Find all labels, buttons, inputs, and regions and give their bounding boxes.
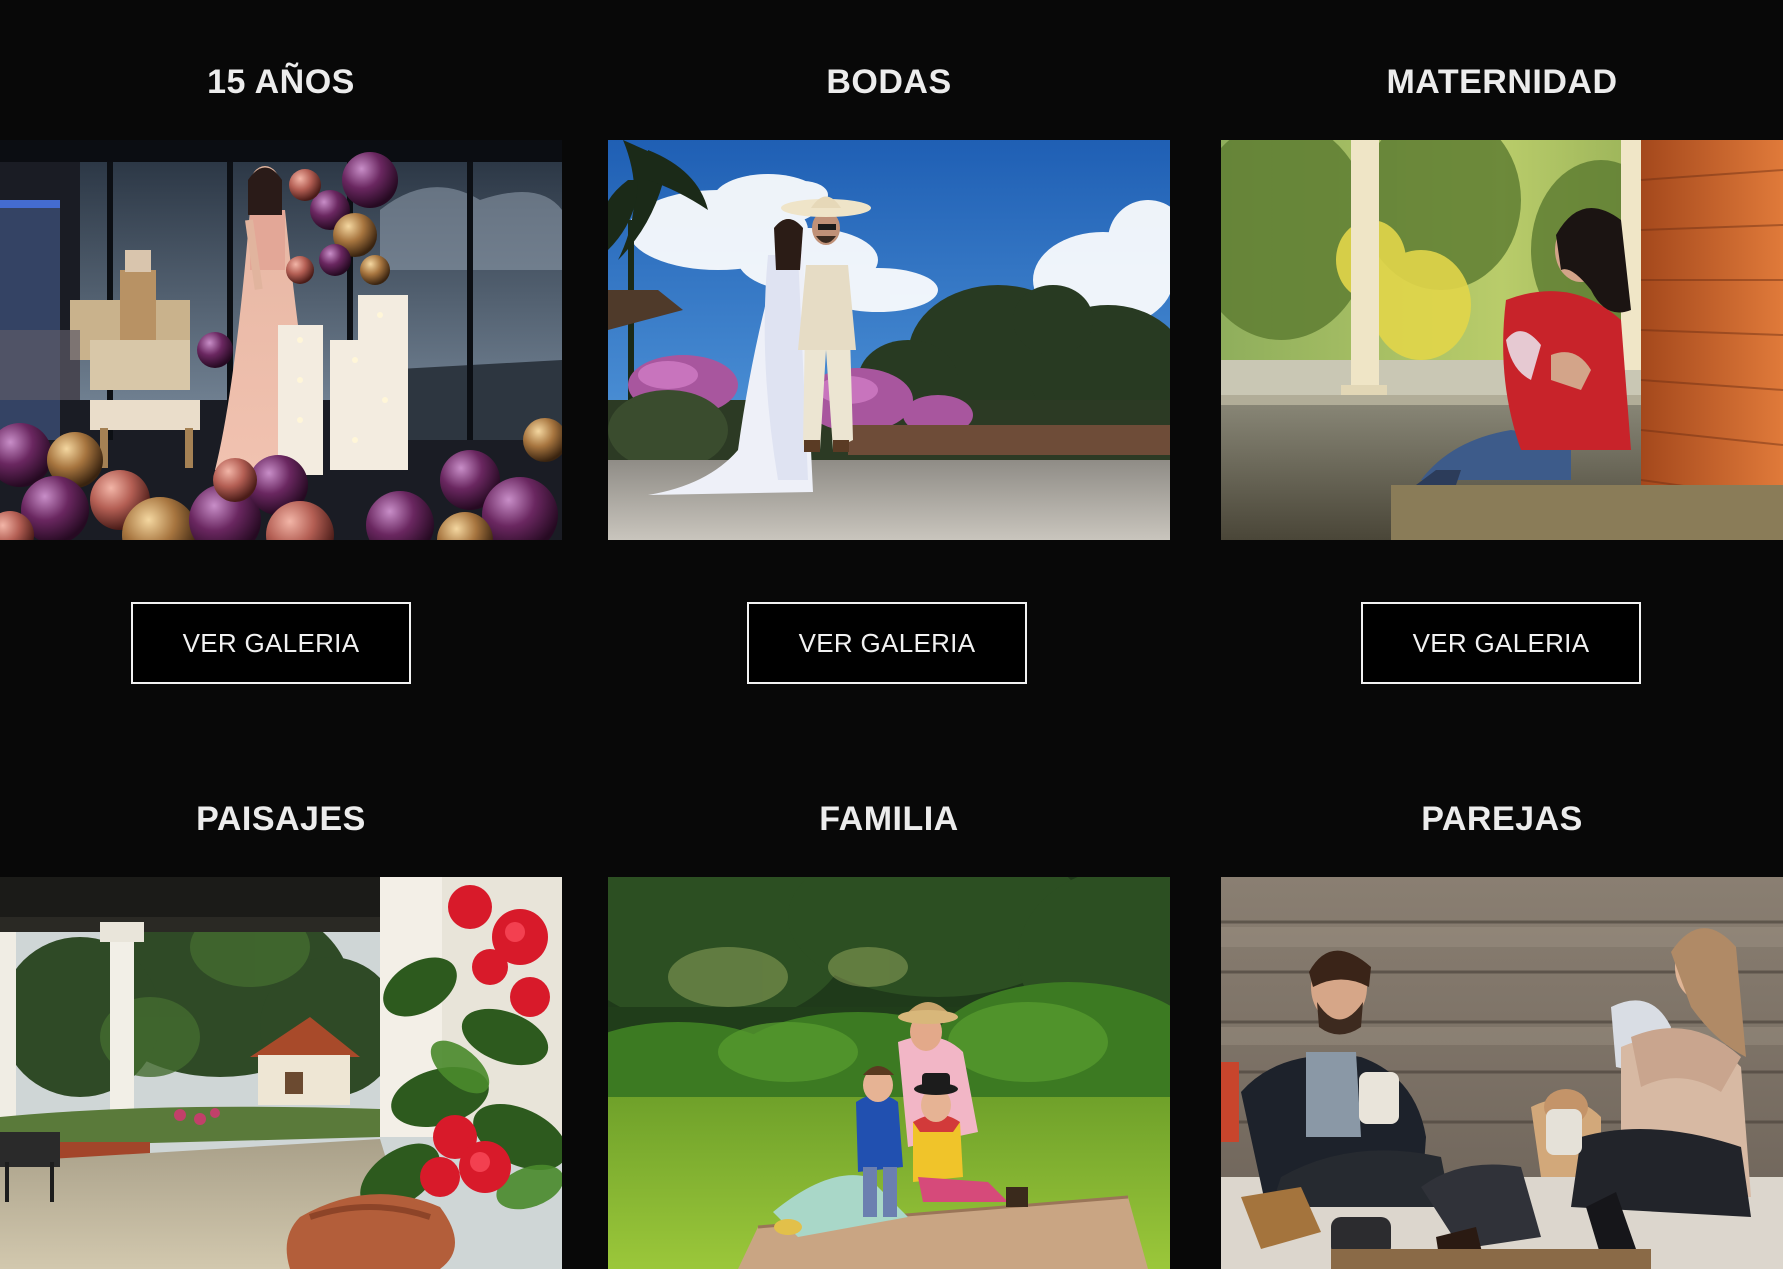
landscape-photo[interactable] <box>0 877 562 1269</box>
category-title: PAREJAS <box>1421 800 1583 838</box>
category-title: PAISAJES <box>196 800 366 838</box>
category-title: 15 AÑOS <box>207 63 355 101</box>
couple-photo[interactable] <box>1221 877 1783 1269</box>
quinceanera-photo[interactable] <box>0 140 562 540</box>
category-title: FAMILIA <box>819 800 959 838</box>
family-photo[interactable] <box>608 877 1170 1269</box>
ver-galeria-button[interactable]: VER GALERIA <box>131 602 411 684</box>
ver-galeria-button[interactable]: VER GALERIA <box>1361 602 1641 684</box>
category-title: MATERNIDAD <box>1386 63 1618 101</box>
maternity-photo[interactable] <box>1221 140 1783 540</box>
ver-galeria-button[interactable]: VER GALERIA <box>747 602 1027 684</box>
category-title: BODAS <box>826 63 952 101</box>
wedding-photo[interactable] <box>608 140 1170 540</box>
gallery-page: 15 AÑOS VER GALERIA BODAS VER GALERIA MA… <box>0 0 1783 1269</box>
